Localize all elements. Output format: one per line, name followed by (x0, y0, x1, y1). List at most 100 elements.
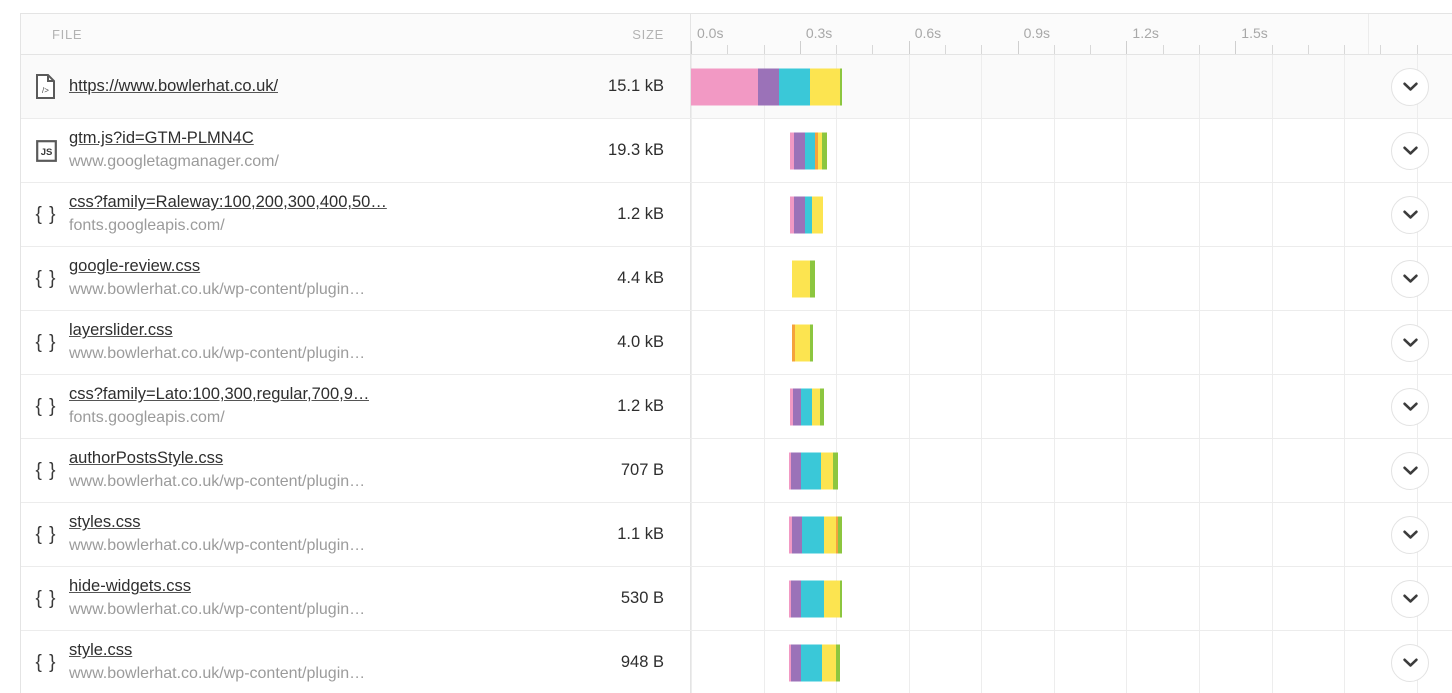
waterfall-segment-receive (810, 260, 815, 297)
waterfall-segment-connect (804, 132, 816, 169)
expand-row-button[interactable] (1391, 451, 1429, 490)
table-row[interactable]: JS gtm.js?id=GTM-PLMN4C www.googletagmanag… (21, 119, 1452, 183)
waterfall-bar[interactable] (788, 580, 842, 617)
gridline (1271, 247, 1273, 310)
cell-file: { } layerslider.css www.bowlerhat.co.uk/wp… (21, 311, 541, 374)
cell-size: 707 B (620, 461, 664, 479)
gridline (981, 55, 983, 118)
table-row[interactable]: { } css?family=Raleway:100,200,300,400,50… (21, 183, 1452, 247)
table-header-row: FILE SIZE 0.0s 0.3s 0.6s 0.9s 1.2s 1.5s (21, 14, 1452, 55)
gridline (1344, 631, 1346, 693)
file-name-link[interactable]: css?family=Raleway:100,200,300,400,50… (69, 192, 387, 213)
file-name-link[interactable]: hide-widgets.css (69, 576, 365, 597)
expand-row-button[interactable] (1391, 195, 1429, 234)
chevron-down-icon (1402, 82, 1418, 91)
table-row[interactable]: { } authorPostsStyle.css www.bowlerhat.co.… (21, 439, 1452, 503)
gridline (691, 375, 692, 438)
expand-row-button[interactable] (1391, 579, 1429, 618)
gridline (1126, 567, 1128, 630)
file-host-path: www.bowlerhat.co.uk/wp-content/plugin… (69, 601, 366, 619)
gridline (908, 183, 910, 246)
cell-size: 15.1 kB (608, 77, 664, 95)
table-row[interactable]: { } styles.css www.bowlerhat.co.uk/wp-cont… (21, 503, 1452, 567)
waterfall-bar[interactable] (789, 388, 825, 425)
ruler-tick-label: 0.9s (1023, 25, 1051, 41)
gridline (1126, 439, 1128, 502)
waterfall-bar[interactable] (790, 196, 824, 233)
waterfall-segment-connect (802, 516, 824, 553)
gridline (908, 375, 910, 438)
waterfall-bar[interactable] (691, 68, 843, 105)
gridline (763, 567, 765, 630)
waterfall-segment-wait (822, 644, 836, 681)
expand-row-button[interactable] (1391, 323, 1429, 362)
ruler-tick-label: 0.3s (805, 25, 833, 41)
gridline (908, 567, 910, 630)
ruler-major-tick (799, 41, 801, 54)
table-row[interactable]: { } style.css www.bowlerhat.co.uk/wp-conte… (21, 631, 1452, 693)
gridline (836, 119, 838, 182)
cell-waterfall (690, 631, 1452, 693)
waterfall-bar[interactable] (789, 516, 843, 553)
file-name-link[interactable]: styles.css (69, 512, 365, 533)
expand-row-button[interactable] (1391, 387, 1429, 426)
file-name-block: style.css www.bowlerhat.co.uk/wp-content/… (69, 640, 365, 684)
file-name-link[interactable]: css?family=Lato:100,300,regular,700,9… (69, 384, 369, 405)
gridline (1053, 311, 1055, 374)
table-row[interactable]: { } css?family=Lato:100,300,regular,700,9… (21, 375, 1452, 439)
expand-row-button[interactable] (1391, 643, 1429, 682)
css-file-icon: { } (35, 652, 57, 673)
gridline (1344, 503, 1346, 566)
expand-row-button[interactable] (1391, 131, 1429, 170)
column-header-size[interactable]: SIZE (541, 14, 690, 54)
expand-row-button[interactable] (1391, 67, 1429, 106)
table-row[interactable]: { } google-review.css www.bowlerhat.co.uk/… (21, 247, 1452, 311)
waterfall-bar[interactable] (788, 644, 840, 681)
gridline (908, 439, 910, 502)
waterfall-bar[interactable] (791, 260, 815, 297)
waterfall-bar[interactable] (790, 132, 827, 169)
table-row[interactable]: /> https://www.bowlerhat.co.uk/15.1 kB (21, 55, 1452, 119)
file-name-link[interactable]: layerslider.css (69, 320, 365, 341)
waterfall-segment-receive (835, 644, 840, 681)
waterfall-bar[interactable] (791, 324, 814, 361)
gridline (1199, 247, 1200, 310)
file-name-block: layerslider.css www.bowlerhat.co.uk/wp-co… (69, 320, 365, 364)
svg-text:/>: /> (42, 86, 49, 95)
gridline (908, 55, 910, 118)
ruler-tick (1199, 45, 1200, 54)
gridline (1344, 311, 1346, 374)
file-name-link[interactable]: google-review.css (69, 256, 365, 277)
ruler-major-tick (691, 41, 692, 54)
file-name-link[interactable]: gtm.js?id=GTM-PLMN4C (69, 128, 279, 149)
waterfall-segment-wait (812, 388, 820, 425)
gridline (691, 567, 692, 630)
table-row[interactable]: { } hide-widgets.css www.bowlerhat.co.uk/w… (21, 567, 1452, 631)
table-body: /> https://www.bowlerhat.co.uk/15.1 kB JS g… (21, 55, 1452, 693)
chevron-down-icon (1402, 338, 1418, 347)
file-name-link[interactable]: style.css (69, 640, 365, 661)
expand-row-button[interactable] (1391, 259, 1429, 298)
file-name-link[interactable]: https://www.bowlerhat.co.uk/ (69, 76, 278, 97)
file-name-link[interactable]: authorPostsStyle.css (69, 448, 365, 469)
gridline (908, 119, 910, 182)
table-row[interactable]: { } layerslider.css www.bowlerhat.co.uk/wp… (21, 311, 1452, 375)
waterfall-segment-receive (839, 580, 842, 617)
waterfall-segment-dns (794, 132, 805, 169)
gridline (1271, 311, 1273, 374)
waterfall-bar[interactable] (788, 452, 838, 489)
ruler-major-tick (1017, 41, 1019, 54)
ruler-major-tick (1126, 41, 1128, 54)
gridline (981, 567, 983, 630)
file-name-block: hide-widgets.css www.bowlerhat.co.uk/wp-c… (69, 576, 365, 620)
column-header-file[interactable]: FILE (21, 14, 541, 54)
gridline (1053, 439, 1055, 502)
gridline (691, 311, 692, 374)
gridline (763, 503, 765, 566)
gridline (1271, 631, 1273, 693)
waterfall-segment-dns (758, 68, 780, 105)
cell-waterfall (690, 439, 1452, 502)
cell-file: { } authorPostsStyle.css www.bowlerhat.co.… (21, 439, 541, 502)
expand-row-button[interactable] (1391, 515, 1429, 554)
ruler-tick (1344, 45, 1346, 54)
